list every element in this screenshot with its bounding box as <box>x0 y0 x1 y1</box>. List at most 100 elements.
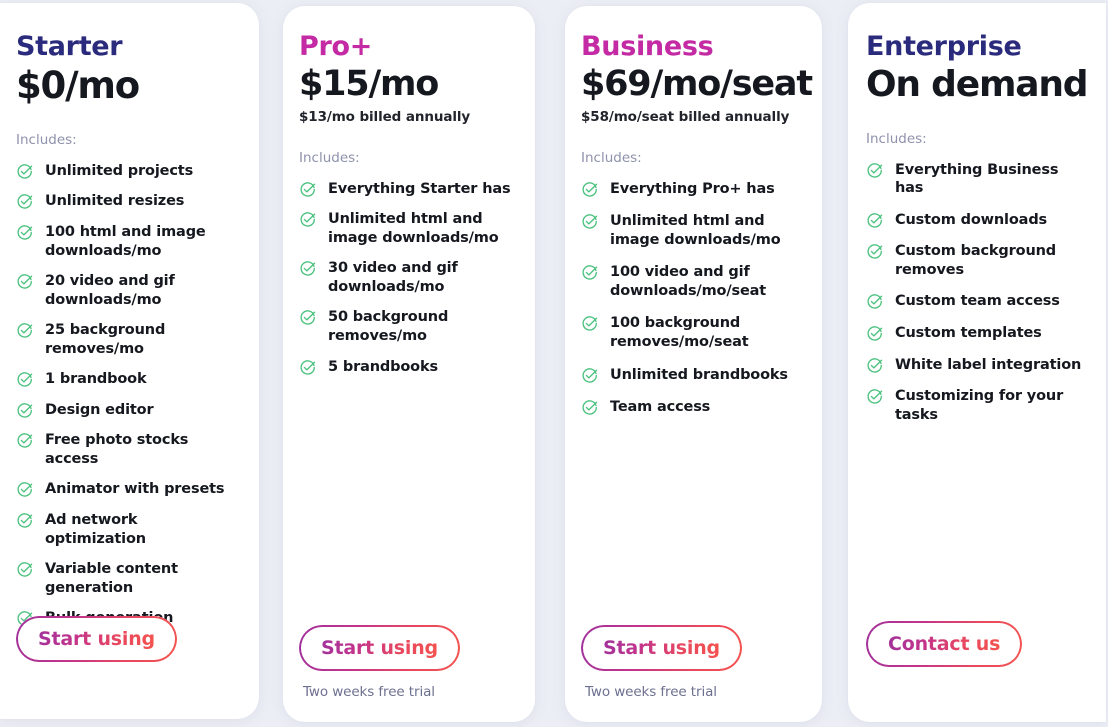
feature-label: Unlimited html and image downloads/mo <box>328 211 499 246</box>
feature-label: 20 video and gif downloads/mo <box>45 273 175 308</box>
feature-item: 100 background removes/mo/seat <box>581 314 806 351</box>
plan-header: Pro+ $15/mo $13/mo billed annually <box>299 31 519 126</box>
feature-label: Unlimited resizes <box>45 193 185 210</box>
includes-label: Includes: <box>581 149 642 166</box>
feature-item: Free photo stocks access <box>16 431 243 468</box>
free-trial-note: Two weeks free trial <box>585 684 717 700</box>
feature-label: 50 background removes/mo <box>328 309 449 344</box>
feature-label: Free photo stocks access <box>45 432 189 467</box>
check-circle-icon <box>16 193 33 210</box>
check-circle-icon <box>16 322 33 339</box>
feature-list: Unlimited projects Unlimited resizes 100 h… <box>16 162 243 628</box>
feature-item: Everything Pro+ has <box>581 180 806 199</box>
feature-item: Custom background removes <box>866 242 1090 279</box>
cta-label: Contact us <box>888 633 1001 655</box>
start-using-button[interactable]: Start using <box>581 625 742 671</box>
feature-item: 25 background removes/mo <box>16 321 243 358</box>
plan-annual-price: $13/mo billed annually <box>299 109 471 126</box>
plan-price: $69/mo/seat <box>581 64 813 105</box>
feature-list: Everything Pro+ has Unlimited html and im… <box>581 180 806 417</box>
feature-item: Unlimited resizes <box>16 192 243 211</box>
check-circle-icon <box>299 260 316 277</box>
feature-label: Unlimited brandbooks <box>610 366 788 383</box>
feature-item: Custom templates <box>866 324 1090 343</box>
feature-item: Team access <box>581 398 806 417</box>
plan-annual-price: $58/mo/seat billed annually <box>581 109 790 126</box>
check-circle-icon <box>581 399 598 416</box>
feature-label: Ad network optimization <box>45 512 146 547</box>
start-using-button[interactable]: Start using <box>16 616 177 662</box>
check-circle-icon <box>866 162 883 179</box>
feature-item: Unlimited html and image downloads/mo <box>299 210 519 247</box>
feature-item: Custom team access <box>866 292 1090 311</box>
check-circle-icon <box>16 402 33 419</box>
feature-list: Everything Starter has Unlimited html and… <box>299 180 519 376</box>
cta-label: Start using <box>603 637 720 659</box>
check-circle-icon <box>299 309 316 326</box>
feature-label: White label integration <box>895 356 1082 373</box>
feature-label: Everything Pro+ has <box>610 180 775 197</box>
check-circle-icon <box>16 224 33 241</box>
feature-item: Unlimited html and image downloads/mo <box>581 212 806 249</box>
feature-item: 100 video and gif downloads/mo/seat <box>581 263 806 300</box>
check-circle-icon <box>16 273 33 290</box>
feature-label: 100 html and image downloads/mo <box>45 223 206 259</box>
includes-label: Includes: <box>16 131 77 148</box>
feature-label: Everything Starter has <box>328 180 511 197</box>
check-circle-icon <box>299 359 316 376</box>
feature-label: 100 background removes/mo/seat <box>610 315 749 350</box>
pricing-plans-grid: Starter $0/mo Includes: Unlimited projects U… <box>0 0 1108 727</box>
feature-label: Custom team access <box>895 293 1060 310</box>
check-circle-icon <box>866 243 883 260</box>
plan-footer: Start using Two weeks free trial <box>565 625 822 722</box>
check-circle-icon <box>581 315 598 332</box>
feature-item: Animator with presets <box>16 480 243 499</box>
plan-price: $0/mo <box>16 64 140 108</box>
feature-item: Unlimited brandbooks <box>581 366 806 385</box>
feature-item: Custom downloads <box>866 211 1090 230</box>
feature-label: 1 brandbook <box>45 371 147 388</box>
check-circle-icon <box>581 264 598 281</box>
check-circle-icon <box>866 357 883 374</box>
feature-item: White label integration <box>866 356 1090 375</box>
plan-card-proplus: Pro+ $15/mo $13/mo billed annually Includes… <box>283 6 535 722</box>
start-using-button[interactable]: Start using <box>299 625 460 671</box>
plan-card-starter: Starter $0/mo Includes: Unlimited projects U… <box>0 3 259 719</box>
includes-section: Includes: Everything Starter has Unlimited… <box>299 150 519 377</box>
feature-item: 1 brandbook <box>16 370 243 389</box>
feature-label: Everything Business has <box>895 161 1059 197</box>
plan-name: Enterprise <box>866 31 1022 62</box>
feature-item: Everything Starter has <box>299 180 519 199</box>
feature-label: 100 video and gif downloads/mo/seat <box>610 264 767 299</box>
plan-header: Starter $0/mo <box>16 31 243 108</box>
plan-price: $15/mo <box>299 64 439 105</box>
plan-price: On demand <box>866 64 1089 106</box>
check-circle-icon <box>299 211 316 228</box>
check-circle-icon <box>16 561 33 578</box>
plan-card-enterprise: Enterprise On demand Includes: Everything B… <box>848 3 1106 722</box>
plan-header: Business $69/mo/seat $58/mo/seat billed an… <box>581 31 813 126</box>
check-circle-icon <box>16 432 33 449</box>
feature-item: 30 video and gif downloads/mo <box>299 259 519 296</box>
feature-label: 25 background removes/mo <box>45 322 166 357</box>
feature-label: Animator with presets <box>45 481 225 498</box>
feature-label: 5 brandbooks <box>328 358 438 375</box>
feature-list: Everything Business has Custom downloads C… <box>866 161 1090 424</box>
feature-item: Design editor <box>16 401 243 420</box>
plan-footer: Contact us <box>848 621 1106 680</box>
feature-item: 100 html and image downloads/mo <box>16 223 243 260</box>
free-trial-note: Two weeks free trial <box>303 684 435 700</box>
plan-card-business: Business $69/mo/seat $58/mo/seat billed an… <box>565 6 822 722</box>
feature-label: Customizing for your tasks <box>895 388 1064 423</box>
contact-us-button[interactable]: Contact us <box>866 621 1023 667</box>
check-circle-icon <box>581 181 598 198</box>
feature-item: 20 video and gif downloads/mo <box>16 272 243 309</box>
feature-label: Team access <box>610 399 711 416</box>
plan-name: Pro+ <box>299 31 373 62</box>
includes-label: Includes: <box>299 149 360 166</box>
check-circle-icon <box>16 512 33 529</box>
feature-label: Custom background removes <box>895 243 1057 278</box>
check-circle-icon <box>581 367 598 384</box>
feature-item: 5 brandbooks <box>299 358 519 377</box>
check-circle-icon <box>866 388 883 405</box>
